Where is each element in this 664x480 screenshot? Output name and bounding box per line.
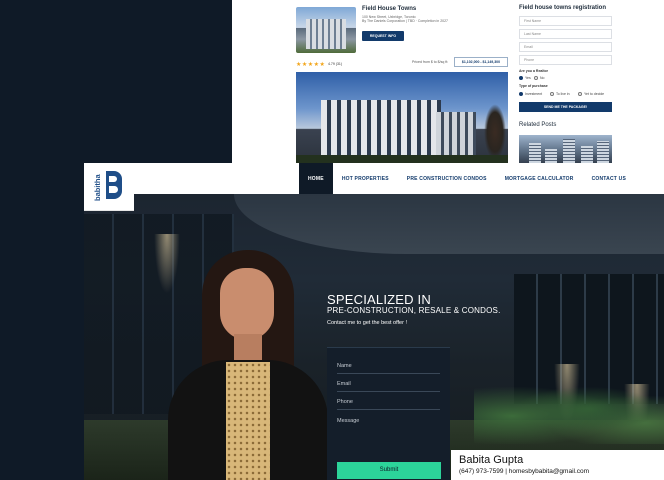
realtor-question: Are you a Realtor (519, 69, 548, 73)
listing-main-photo[interactable] (296, 72, 508, 163)
site-logo[interactable]: babitha (84, 163, 134, 211)
message-textarea[interactable]: Message (337, 418, 359, 424)
price-range: $1,102,000 - $1,149,300 (454, 57, 508, 67)
related-post-thumbnail[interactable] (519, 135, 612, 163)
nav-home[interactable]: HOME (299, 163, 333, 194)
logo-b-house-icon (106, 171, 122, 199)
nav-hot-properties[interactable]: HOT PROPERTIES (333, 163, 398, 194)
logo-wordmark: babitha (93, 174, 102, 202)
purchase-question: Type of purchase (519, 84, 548, 88)
agent-name-card: Babita Gupta (647) 973-7599 | homesbybab… (451, 450, 664, 480)
first-name-field[interactable]: First Name (519, 16, 612, 26)
purchase-undecided-label: Yet to decide (584, 92, 605, 96)
agent-contact[interactable]: (647) 973-7599 | homesbybabita@gmail.com (459, 468, 589, 475)
hero-headline: SPECIALIZED IN (327, 292, 431, 307)
purchase-live-label: To live in (556, 92, 570, 96)
contact-form: Name Email Phone Message Submit (327, 347, 450, 480)
name-underline (337, 373, 440, 374)
listing-preview-panel: Field House Towns 100 New Street, Uxbrid… (232, 0, 664, 163)
hero-cta-text: Contact me to get the best offer ! (327, 320, 407, 326)
email-input[interactable]: Email (337, 381, 351, 387)
rating-text: 4.79 (31) (328, 62, 343, 66)
listing-address: 100 New Street, Uxbridge, Toronto By The… (362, 15, 452, 24)
submit-button[interactable]: Submit (337, 462, 441, 479)
purchase-undecided-radio[interactable]: Yet to decide (578, 92, 604, 96)
phone-field[interactable]: Phone (519, 55, 612, 65)
hero-subheadline: PRE-CONSTRUCTION, RESALE & CONDOS. (327, 306, 501, 315)
realtor-no-radio[interactable]: No (534, 76, 544, 80)
phone-input[interactable]: Phone (337, 399, 353, 405)
related-posts-title: Related Posts (519, 122, 557, 128)
nav-contact-us[interactable]: CONTACT US (583, 163, 635, 194)
phone-underline (337, 409, 440, 410)
last-name-field[interactable]: Last Name (519, 29, 612, 39)
listing-thumbnail[interactable] (296, 7, 356, 53)
nav-mortgage-calculator[interactable]: MORTGAGE CALCULATOR (496, 163, 583, 194)
purchase-investment-label: Investment (525, 92, 543, 96)
nav-pre-construction-condos[interactable]: PRE CONSTRUCTION CONDOS (398, 163, 496, 194)
email-field[interactable]: Email (519, 42, 612, 52)
nav-menu: HOME HOT PROPERTIES PRE CONSTRUCTION CON… (299, 163, 635, 194)
agent-name: Babita Gupta (459, 454, 524, 466)
registration-title: Field house towns registration (519, 5, 607, 11)
purchase-live-radio[interactable]: To live in (550, 92, 570, 96)
realtor-yes-radio[interactable]: Yes (519, 76, 531, 80)
realtor-yes-label: Yes (525, 76, 531, 80)
agent-portrait (168, 250, 328, 480)
listing-title[interactable]: Field House Towns (362, 6, 416, 12)
purchase-investment-radio[interactable]: Investment (519, 92, 542, 96)
listing-builder-line: By The Daniels Corporation | TBD · Compl… (362, 19, 448, 24)
request-info-button[interactable]: REQUEST INFO (362, 31, 404, 41)
email-underline (337, 391, 440, 392)
rating-stars-icon: ★★★★★ (296, 62, 326, 68)
price-label: Priced from $ to $/sq ft: (412, 60, 449, 64)
send-package-button[interactable]: SEND ME THE PACKAGE! (519, 102, 612, 112)
realtor-no-label: No (540, 76, 545, 80)
name-input[interactable]: Name (337, 363, 352, 369)
